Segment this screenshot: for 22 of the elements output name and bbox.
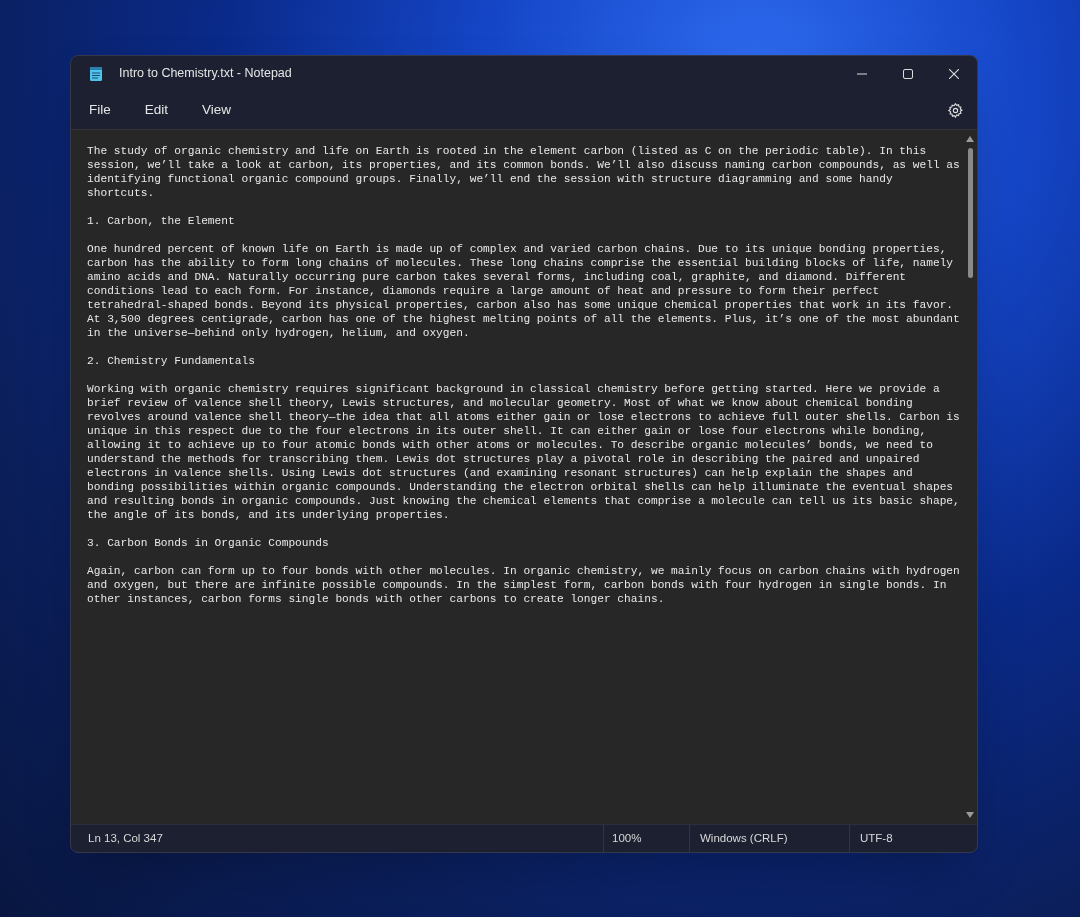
line-ending: Windows (CRLF) — [689, 825, 849, 852]
scroll-down-icon — [966, 812, 974, 818]
text-paragraph: One hundred percent of known life on Earth is made up of complex and varied carbon chains. Due to its unique bonding properties, carbon has the ability to form long chains of molecules. These long chains comprise the essential building blocks of life, namely amino acids and DNA. Naturally occurring pure carbon takes several forms, including coal, graphite, and diamond. Different conditions lead to each form. For instance, diamonds require a large amount of heat and pressure to form their perfect tetrahedral-shaped bonds. Beyond its physical properties, carbon also has some unique chemical properties that work in its favor. At 3,500 degrees centigrade, carbon has one of the highest melting points of all the elements. Plus, it’s one of the most abundant in the universe—behind only hydrogen, helium, and oxygen. — [87, 242, 961, 340]
encoding: UTF-8 — [849, 825, 893, 852]
text-paragraph: The study of organic chemistry and life on Earth is rooted in the element carbon (listed as C on the periodic table). In this session, we’ll take a look at carbon, its properties, and its common bonds. We’ll also discuss naming carbon compounds, as well as identifying functional organic compound groups. Finally, we’ll end the session with structure diagramming and some handy shortcuts. — [87, 144, 961, 200]
menu-item[interactable]: View — [190, 95, 244, 125]
cursor-position: Ln 13, Col 347 — [88, 830, 164, 846]
text-paragraph: Again, carbon can form up to four bonds with other molecules. In organic chemistry, we mainly focus on carbon chains with hydrogen and oxygen, but there are infinite possible compounds. In the simplest form, carbon bonds with four hydrogen in single bonds. In other instances, carbon forms single bonds with other carbons to create longer chains. — [87, 564, 961, 606]
close-icon — [949, 68, 959, 79]
settings-icon — [946, 101, 964, 119]
menu-item[interactable]: Edit — [132, 95, 181, 125]
notepad-icon — [89, 65, 103, 82]
text-paragraph: 1. Carbon, the Element — [87, 214, 236, 228]
maximize-icon — [903, 68, 913, 79]
text-paragraph: 2. Chemistry Fundamentals — [87, 354, 256, 368]
menu-item[interactable]: File — [77, 95, 123, 125]
scroll-up-icon — [966, 136, 974, 142]
zoom-level: 100% — [603, 825, 689, 852]
text-paragraph: 3. Carbon Bonds in Organic Compounds — [87, 536, 330, 550]
window-title: Intro to Chemistry.txt - Notepad — [119, 65, 292, 83]
text-paragraph: Working with organic chemistry requires significant background in classical chemistry before getting started. Here we provide a brief review of valence shell theory, Lewis structures, and molecular geometry. Most of what we know about chemical bonding revolves around valence shell theory—the idea that all atoms either gain or lose electrons to achieve full outer shells. Carbon is unique in this respect due to the four electrons in its outer shell. It can either gain or lose four electrons while bonding, allowing it to achieve up to four atomic bonds with other atoms or molecules. To describe organic molecules’ bonds, we need to understand the methods for transcribing them. Lewis dot structures play a pivotal role in describing the paired and unpaired electrons in valence shells. Using Lewis dot structures (and examining resonant structures) can help explain the shapes and bonding possibilities within organic compounds. Understanding the electron orbital shells can help illuminate the eventual shapes and resulting bonds in organic compounds. Just knowing the chemical elements that comprise a molecule can tell us its basic shape, the angle of its bonds, and its underlying properties. — [87, 382, 961, 522]
scrollbar-thumb[interactable] — [967, 148, 973, 278]
